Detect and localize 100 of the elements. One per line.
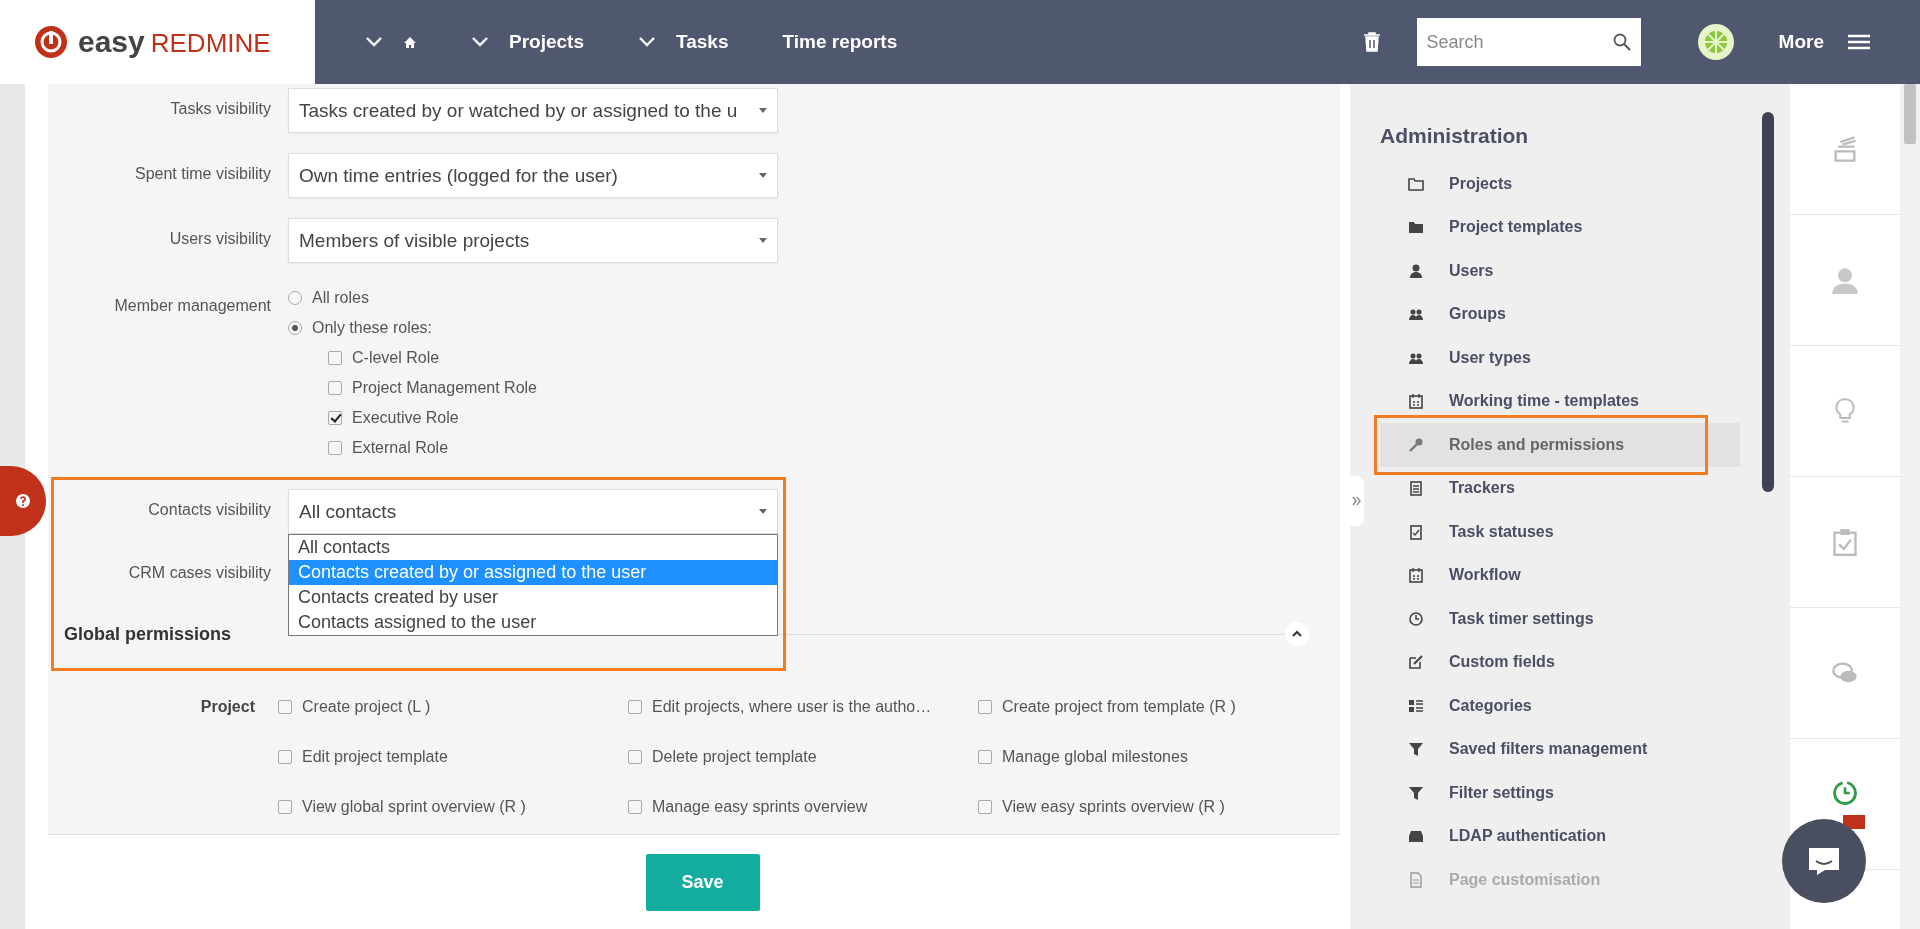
user-icon [1408,262,1424,279]
help-icon [15,493,31,509]
sidebar-item[interactable]: Working time - templates [1380,379,1740,423]
clock-icon [1408,610,1424,627]
select-field[interactable]: All contacts [288,489,778,534]
sidebar-item[interactable]: Project templates [1380,205,1740,249]
nav-menu-item[interactable]: Time reports [762,31,932,53]
field-label: CRM cases visibility [127,563,271,582]
search-field[interactable]: Search [1416,18,1641,66]
drive-icon [1408,828,1424,845]
filter-icon [1408,741,1424,758]
sidebar-item[interactable]: Task statuses [1380,510,1740,554]
permission-label: Edit project template [302,748,448,766]
checkbox[interactable] [278,700,292,714]
menu-icon [1848,34,1870,50]
checkbox[interactable] [328,381,342,395]
checkbox[interactable] [978,700,992,714]
page-icon [1408,871,1424,888]
permission-label: Create project from template (R ) [1002,698,1236,716]
sidebar-item[interactable]: Task timer settings [1380,597,1740,641]
option-label: Project Management Role [352,379,537,397]
radio-button[interactable] [288,321,302,335]
chat-icon [1807,846,1841,876]
more-menu-button[interactable]: More [1778,31,1870,53]
field-label: Contacts visibility [147,500,271,519]
list-icon [1408,697,1424,714]
sidebar-item[interactable]: Groups [1380,292,1740,336]
sidebar-item[interactable]: Custom fields [1380,640,1740,684]
sidebar-item[interactable]: Projects [1380,162,1740,206]
home-icon [403,35,417,49]
select-field[interactable]: Members of visible projects [288,218,778,263]
checkbox[interactable] [328,351,342,365]
radio-button[interactable] [288,291,302,305]
checkbox[interactable] [278,800,292,814]
sidebar-item[interactable]: Users [1380,249,1740,293]
checkbox[interactable] [328,441,342,455]
select-field[interactable]: Own time entries (logged for the user) [288,153,778,198]
sidebar-title: Administration [1380,124,1530,148]
clipboard-icon [1408,480,1424,497]
option-label: All roles [312,289,369,307]
option-label: Executive Role [352,409,459,427]
group-label: Project [199,697,255,717]
permission-label: Delete project template [652,748,817,766]
field-label: Users visibility [168,229,271,248]
folder-icon [1408,219,1424,236]
caret-icon [759,108,767,113]
sidebar-item[interactable]: User types [1380,336,1740,380]
checkbox[interactable] [978,750,992,764]
checkbox[interactable] [628,750,642,764]
folder-icon [1408,175,1424,192]
permission-label: Create project (L ) [302,698,431,716]
clipboard-icon[interactable] [1831,528,1859,556]
double-chevron-icon [1352,496,1362,506]
sidebar-item[interactable]: Categories [1380,684,1740,728]
nav-menu-item[interactable]: Projects [451,31,618,53]
dropdown-option[interactable]: All contacts [289,535,777,560]
field-label: Spent time visibility [133,164,271,183]
option-label: C-level Role [352,349,440,367]
collapse-icon[interactable] [1284,621,1310,647]
dropdown-option[interactable]: Contacts created by user [289,585,777,610]
timer-icon[interactable] [1831,779,1859,807]
checkbox[interactable] [628,700,642,714]
permission-label: Manage global milestones [1002,748,1188,766]
checkbox[interactable] [628,800,642,814]
sidebar-item[interactable]: Trackers [1380,466,1740,510]
logo-icon [34,25,68,59]
sidebar-item[interactable]: LDAP authentication [1380,814,1740,858]
notification-badge [1843,815,1865,829]
field-label: Member management [113,296,271,315]
checkbox[interactable] [328,411,342,425]
calendar-icon [1408,567,1424,584]
permission-label: View global sprint overview (R ) [302,798,526,816]
sidebar-item[interactable]: Saved filters management [1380,727,1740,771]
logo-text: easy REDMINE [78,25,271,59]
wrench-icon [1408,436,1424,453]
permission-label: Edit projects, where user is the autho… [652,698,932,716]
section-title: Global permissions [63,623,233,645]
avatar-icon[interactable] [1696,23,1735,61]
calendar-icon [1408,393,1424,410]
caret-icon [759,238,767,243]
checkbox[interactable] [978,800,992,814]
checklist-icon [1408,523,1424,540]
search-icon [1612,33,1631,51]
permission-label: Manage easy sprints overview [652,798,868,816]
sidebar-item[interactable]: Workflow [1380,553,1740,597]
trash-icon[interactable] [1362,32,1381,52]
sidebar-item[interactable]: Roles and permissions [1380,423,1740,467]
edit-icon [1408,654,1424,671]
field-label: Tasks visibility [169,99,271,118]
dropdown-option[interactable]: Contacts assigned to the user [289,610,777,635]
permission-label: View easy sprints overview (R ) [1002,798,1225,816]
filter-icon [1408,784,1424,801]
caret-icon [759,173,767,178]
nav-menu-item[interactable]: Tasks [618,31,763,53]
scrollbar-thumb [1904,84,1916,144]
select-field[interactable]: Tasks created by or watched by or assigned to the u [288,88,778,133]
collapse-handle[interactable] [1350,476,1364,526]
user-icon[interactable] [1831,266,1859,294]
sidebar-item[interactable]: Filter settings [1380,771,1740,815]
checkbox[interactable] [278,750,292,764]
